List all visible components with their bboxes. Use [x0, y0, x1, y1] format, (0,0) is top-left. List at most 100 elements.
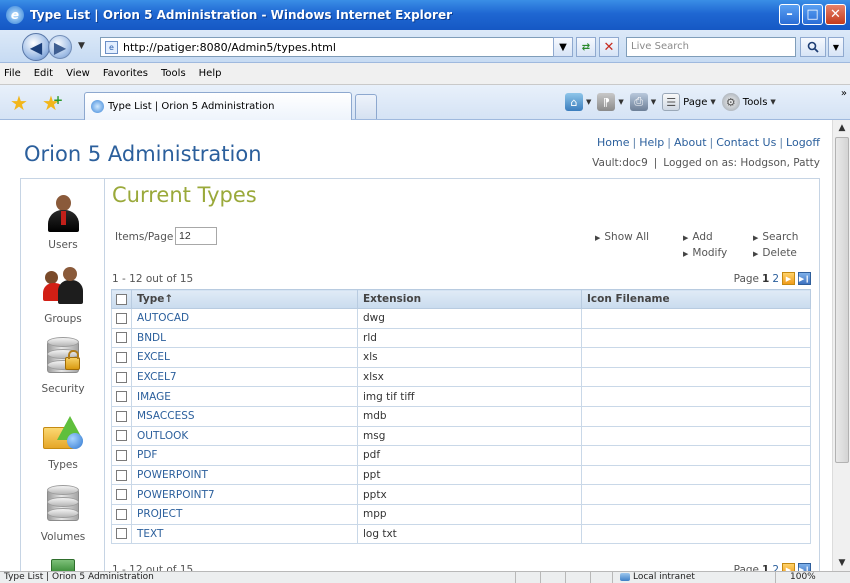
row-checkbox[interactable] — [116, 391, 127, 403]
add-link[interactable]: ▶ Add — [683, 231, 713, 243]
column-header-extension[interactable]: Extension — [357, 289, 582, 309]
modify-link[interactable]: ▶ Modify — [683, 247, 727, 259]
sidebar-item-partial[interactable] — [21, 559, 105, 571]
cell-type[interactable]: OUTLOOK — [131, 425, 358, 447]
sidebar-item-types[interactable]: Types — [21, 413, 105, 471]
vertical-scrollbar[interactable]: ▲ ▼ — [832, 120, 850, 571]
minimize-button[interactable]: – — [779, 4, 800, 25]
maximize-button[interactable]: □ — [802, 4, 823, 25]
cell-extension: pdf — [357, 445, 582, 466]
add-favorite-icon[interactable]: ★ — [42, 91, 63, 115]
cell-type[interactable]: PROJECT — [131, 503, 358, 525]
items-per-page-input[interactable] — [175, 227, 217, 245]
search-input[interactable]: Live Search — [626, 37, 796, 57]
cell-type[interactable]: EXCEL7 — [131, 366, 358, 388]
delete-link[interactable]: ▶ Delete — [753, 247, 797, 259]
search-options-button[interactable]: ▼ — [828, 37, 844, 57]
table-row[interactable]: EXCEL xls — [111, 347, 811, 368]
link-logoff[interactable]: Logoff — [786, 136, 820, 149]
recent-pages-dropdown[interactable]: ▼ — [78, 41, 85, 51]
cell-type[interactable]: PDF — [131, 445, 358, 466]
link-about[interactable]: About — [674, 136, 707, 149]
menu-favorites[interactable]: Favorites — [103, 68, 148, 79]
toolbar-overflow-icon[interactable]: » — [841, 88, 847, 99]
tools-menu-button[interactable]: ⚙ Tools ▼ — [721, 93, 776, 111]
cell-type[interactable]: TEXT — [131, 523, 358, 545]
sidebar-item-groups[interactable]: Groups — [21, 267, 105, 325]
table-row[interactable]: IMAGE img tif tiff — [111, 386, 811, 407]
table-row[interactable]: POWERPOINT ppt — [111, 464, 811, 486]
menu-file[interactable]: File — [4, 68, 21, 79]
link-home[interactable]: Home — [597, 136, 629, 149]
menu-view[interactable]: View — [66, 68, 90, 79]
link-contact-us[interactable]: Contact Us — [716, 136, 776, 149]
menu-edit[interactable]: Edit — [34, 68, 53, 79]
table-row[interactable]: PDF pdf — [111, 445, 811, 466]
cell-type[interactable]: IMAGE — [131, 386, 358, 407]
print-button[interactable]: ⎙ ▼ — [629, 93, 656, 111]
sidebar-item-volumes[interactable]: Volumes — [21, 485, 105, 543]
sidebar-item-security[interactable]: Security — [21, 337, 105, 395]
table-row[interactable]: PROJECT mpp — [111, 503, 811, 525]
show-all-link[interactable]: ▶ Show All — [595, 231, 649, 243]
forward-button[interactable]: ▶ — [48, 35, 72, 59]
next-page-icon[interactable]: ▶ — [782, 272, 795, 285]
table-row[interactable]: MSACCESS mdb — [111, 405, 811, 427]
cell-type[interactable]: BNDL — [131, 327, 358, 349]
table-row[interactable]: OUTLOOK msg — [111, 425, 811, 447]
row-checkbox[interactable] — [116, 469, 127, 481]
link-help[interactable]: Help — [639, 136, 664, 149]
row-checkbox[interactable] — [116, 430, 127, 442]
page-menu-button[interactable]: ☰ Page ▼ — [662, 93, 716, 111]
table-row[interactable]: AUTOCAD dwg — [111, 308, 811, 329]
sidebar-item-users[interactable]: Users — [21, 193, 105, 251]
back-button[interactable]: ◀ — [22, 33, 50, 61]
row-checkbox[interactable] — [116, 508, 127, 520]
feeds-button[interactable]: ⁋ ▼ — [597, 93, 624, 111]
table-row[interactable]: BNDL rld — [111, 327, 811, 349]
table-row[interactable]: POWERPOINT7 pptx — [111, 484, 811, 505]
select-all-checkbox[interactable] — [116, 293, 127, 305]
pager-page-2[interactable]: 2 — [772, 564, 779, 572]
url-dropdown-button[interactable]: ▼ — [553, 37, 573, 57]
close-button[interactable]: ✕ — [825, 4, 846, 25]
row-checkbox[interactable] — [116, 371, 127, 383]
pager-page-2[interactable]: 2 — [772, 273, 779, 285]
search-icon[interactable] — [800, 37, 826, 57]
url-field[interactable]: e http://patiger:8080/Admin5/types.html — [100, 37, 570, 57]
address-buttons: ▼ ⇄ ✕ — [553, 37, 619, 57]
row-checkbox[interactable] — [116, 351, 127, 363]
menu-help[interactable]: Help — [199, 68, 222, 79]
zoom-level[interactable]: 100% — [790, 572, 816, 582]
last-page-icon[interactable]: ▶❙ — [798, 563, 811, 571]
cell-type[interactable]: POWERPOINT — [131, 464, 358, 486]
search-link[interactable]: ▶ Search — [753, 231, 798, 243]
new-tab-button[interactable] — [355, 94, 377, 119]
row-checkbox[interactable] — [116, 312, 127, 324]
scroll-thumb[interactable] — [835, 137, 849, 463]
column-header-icon-filename[interactable]: Icon Filename — [581, 289, 811, 309]
favorites-star-icon[interactable]: ★ — [10, 91, 28, 115]
row-checkbox[interactable] — [116, 449, 127, 461]
home-button[interactable]: ⌂ ▼ — [565, 93, 591, 111]
column-header-type[interactable]: Type↑ — [131, 289, 358, 309]
row-checkbox[interactable] — [116, 332, 127, 344]
cell-type[interactable]: MSACCESS — [131, 405, 358, 427]
refresh-icon[interactable]: ⇄ — [576, 37, 596, 57]
table-row[interactable]: EXCEL7 xlsx — [111, 366, 811, 388]
cell-type[interactable]: AUTOCAD — [131, 308, 358, 329]
menu-tools[interactable]: Tools — [161, 68, 186, 79]
row-checkbox[interactable] — [116, 528, 127, 540]
row-checkbox[interactable] — [116, 410, 127, 422]
scroll-down-icon[interactable]: ▼ — [833, 555, 850, 571]
tab-active[interactable]: Type List | Orion 5 Administration — [84, 92, 352, 120]
cell-type[interactable]: POWERPOINT7 — [131, 484, 358, 505]
scroll-up-icon[interactable]: ▲ — [833, 120, 850, 136]
cell-extension: mdb — [357, 405, 582, 427]
table-row[interactable]: TEXT log txt — [111, 523, 811, 545]
cell-type[interactable]: EXCEL — [131, 347, 358, 368]
last-page-icon[interactable]: ▶❙ — [798, 272, 811, 285]
next-page-icon[interactable]: ▶ — [782, 563, 795, 571]
stop-icon[interactable]: ✕ — [599, 37, 619, 57]
row-checkbox[interactable] — [116, 489, 127, 501]
